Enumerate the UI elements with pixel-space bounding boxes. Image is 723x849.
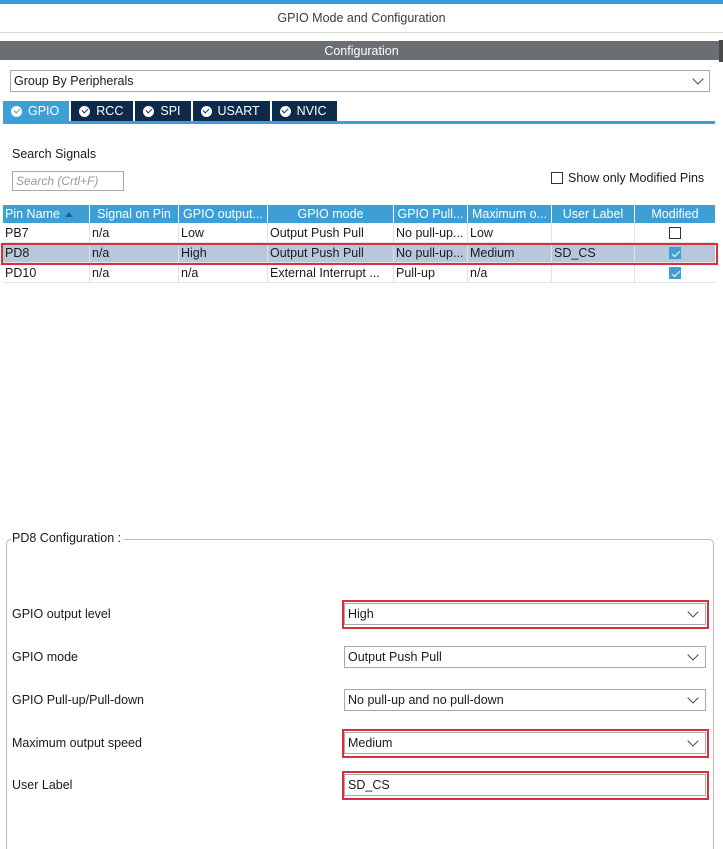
cell-modified bbox=[635, 223, 715, 243]
gpio-mode-label: GPIO mode bbox=[12, 650, 78, 664]
tab-nvic[interactable]: NVIC bbox=[271, 101, 339, 121]
window-title: GPIO Mode and Configuration bbox=[0, 4, 723, 33]
peripheral-tabs: GPIO RCC SPI USART NVIC bbox=[3, 101, 339, 121]
tab-rcc[interactable]: RCC bbox=[71, 101, 136, 121]
cell-signal: n/a bbox=[90, 243, 179, 263]
user-label-value: SD_CS bbox=[348, 778, 390, 792]
chevron-down-icon bbox=[692, 73, 704, 85]
pin-config-title: PD8 Configuration : bbox=[11, 531, 125, 545]
column-header-pull[interactable]: GPIO Pull... bbox=[394, 205, 468, 223]
user-label-label: User Label bbox=[12, 778, 73, 792]
tab-label: SPI bbox=[160, 104, 181, 118]
max-speed-select[interactable]: Medium bbox=[344, 732, 706, 754]
cell-pull: Pull-up bbox=[394, 263, 468, 283]
modified-checkbox[interactable] bbox=[669, 267, 681, 279]
cell-output-level: High bbox=[179, 243, 268, 263]
cell-max-speed: Medium bbox=[468, 243, 552, 263]
output-level-select[interactable]: High bbox=[344, 603, 706, 625]
check-circle-icon bbox=[200, 105, 212, 117]
scrollbar-thumb[interactable] bbox=[719, 40, 723, 62]
pin-table: Pin Name Signal on Pin GPIO output... GP… bbox=[3, 205, 715, 283]
pull-value: No pull-up and no pull-down bbox=[348, 693, 504, 707]
cell-pin-name: PD10 bbox=[3, 263, 90, 283]
check-circle-icon bbox=[143, 105, 155, 117]
column-header-user-label[interactable]: User Label bbox=[552, 205, 635, 223]
column-header-max-speed[interactable]: Maximum o... bbox=[468, 205, 552, 223]
output-level-value: High bbox=[348, 607, 374, 621]
pull-label: GPIO Pull-up/Pull-down bbox=[12, 693, 145, 707]
cell-user-label bbox=[552, 263, 635, 283]
chevron-down-icon bbox=[687, 649, 699, 661]
show-modified-pins-label: Show only Modified Pins bbox=[568, 171, 705, 185]
cell-user-label: SD_CS bbox=[552, 243, 635, 263]
pin-table-header: Pin Name Signal on Pin GPIO output... GP… bbox=[3, 205, 715, 223]
tab-usart[interactable]: USART bbox=[192, 101, 272, 121]
tab-label: RCC bbox=[96, 104, 124, 118]
sort-ascending-icon bbox=[64, 211, 73, 217]
cell-pull: No pull-up... bbox=[394, 223, 468, 243]
cell-modified bbox=[635, 263, 715, 283]
check-circle-icon bbox=[11, 105, 22, 117]
cell-modified bbox=[635, 243, 715, 263]
modified-checkbox[interactable] bbox=[669, 247, 681, 259]
tab-underline bbox=[3, 121, 715, 124]
chevron-down-icon bbox=[687, 606, 699, 618]
modified-checkbox[interactable] bbox=[669, 227, 681, 239]
show-modified-pins-toggle[interactable]: Show only Modified Pins bbox=[551, 171, 704, 185]
cell-max-speed: n/a bbox=[468, 263, 552, 283]
column-header-gpio-mode[interactable]: GPIO mode bbox=[268, 205, 394, 223]
search-signals-input[interactable] bbox=[12, 171, 124, 191]
tab-spi[interactable]: SPI bbox=[135, 101, 193, 121]
check-circle-icon bbox=[79, 105, 91, 117]
pull-select[interactable]: No pull-up and no pull-down bbox=[344, 689, 706, 711]
cell-signal: n/a bbox=[90, 223, 179, 243]
column-header-modified[interactable]: Modified bbox=[635, 205, 715, 223]
check-circle-icon bbox=[279, 105, 291, 117]
cell-gpio-mode: Output Push Pull bbox=[268, 223, 394, 243]
column-header-pin-name[interactable]: Pin Name bbox=[3, 205, 90, 223]
cell-gpio-mode: Output Push Pull bbox=[268, 243, 394, 263]
chevron-down-icon bbox=[687, 692, 699, 704]
cell-output-level: n/a bbox=[179, 263, 268, 283]
table-row-pd10[interactable]: PD10 n/a n/a External Interrupt ... Pull… bbox=[3, 263, 715, 283]
configuration-header: Configuration bbox=[0, 41, 723, 60]
cell-max-speed: Low bbox=[468, 223, 552, 243]
max-speed-label: Maximum output speed bbox=[12, 736, 142, 750]
column-header-signal[interactable]: Signal on Pin bbox=[90, 205, 179, 223]
max-speed-value: Medium bbox=[348, 736, 393, 750]
group-by-select[interactable]: Group By Peripherals bbox=[10, 70, 710, 92]
tab-label: NVIC bbox=[296, 104, 327, 118]
gpio-mode-select[interactable]: Output Push Pull bbox=[344, 646, 706, 668]
table-row-pb7[interactable]: PB7 n/a Low Output Push Pull No pull-up.… bbox=[3, 223, 715, 243]
column-header-label: Pin Name bbox=[5, 207, 60, 221]
cell-pull: No pull-up... bbox=[394, 243, 468, 263]
tab-gpio[interactable]: GPIO bbox=[3, 101, 72, 121]
table-row-pd8[interactable]: PD8 n/a High Output Push Pull No pull-up… bbox=[3, 243, 715, 263]
cell-pin-name: PD8 bbox=[3, 243, 90, 263]
group-by-select-value: Group By Peripherals bbox=[14, 74, 134, 88]
column-header-output-level[interactable]: GPIO output... bbox=[179, 205, 268, 223]
cell-signal: n/a bbox=[90, 263, 179, 283]
search-signals-label: Search Signals bbox=[12, 147, 97, 161]
chevron-down-icon bbox=[687, 735, 699, 747]
tab-label: GPIO bbox=[28, 104, 60, 118]
cell-user-label bbox=[552, 223, 635, 243]
show-modified-pins-checkbox[interactable] bbox=[551, 172, 563, 184]
cell-pin-name: PB7 bbox=[3, 223, 90, 243]
tab-label: USART bbox=[217, 104, 260, 118]
cell-output-level: Low bbox=[179, 223, 268, 243]
output-level-label: GPIO output level bbox=[12, 607, 111, 621]
gpio-mode-value: Output Push Pull bbox=[348, 650, 442, 664]
cell-gpio-mode: External Interrupt ... bbox=[268, 263, 394, 283]
user-label-input[interactable]: SD_CS bbox=[344, 774, 706, 796]
